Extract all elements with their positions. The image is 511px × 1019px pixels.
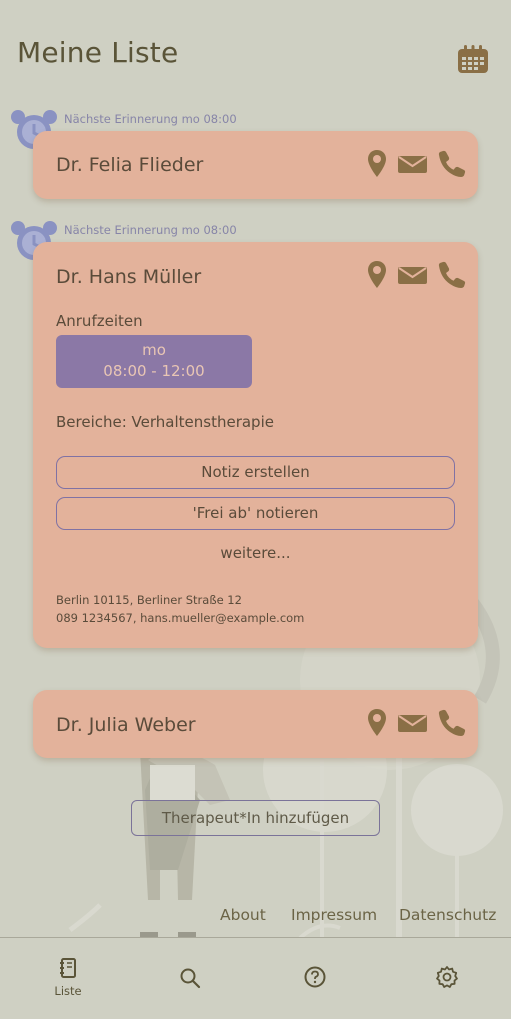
therapist-name: Dr. Julia Weber — [56, 714, 196, 736]
note-free-from-button[interactable]: 'Frei ab' notieren — [56, 497, 455, 530]
phone-icon[interactable] — [438, 709, 466, 741]
create-note-button[interactable]: Notiz erstellen — [56, 456, 455, 489]
footer-link-datenschutz[interactable]: Datenschutz — [399, 906, 496, 924]
nav-item-list[interactable]: Liste — [43, 958, 93, 1008]
phone-icon[interactable] — [438, 261, 466, 293]
location-pin-icon[interactable] — [367, 708, 387, 742]
page-title: Meine Liste — [17, 36, 179, 69]
nav-item-help[interactable] — [303, 965, 327, 989]
help-icon — [304, 966, 326, 988]
location-pin-icon[interactable] — [367, 149, 387, 183]
bottom-navigation: Liste — [0, 937, 511, 1019]
search-icon — [180, 968, 201, 989]
footer-link-impressum[interactable]: Impressum — [291, 906, 377, 924]
call-time-day: mo — [142, 341, 166, 359]
therapy-areas: Bereiche: Verhaltenstherapie — [56, 413, 274, 431]
call-time-slot[interactable]: mo 08:00 - 12:00 — [56, 335, 252, 388]
mail-icon[interactable] — [398, 713, 427, 737]
footer-link-about[interactable]: About — [220, 906, 266, 924]
therapist-card-expanded: Dr. Hans Müller Anrufzeiten mo 08:00 - 1… — [33, 242, 478, 648]
address-text: Berlin 10115, Berliner Straße 12 — [56, 593, 242, 607]
therapist-name: Dr. Felia Flieder — [56, 154, 204, 176]
calendar-button[interactable] — [455, 42, 491, 76]
more-link[interactable]: weitere... — [33, 544, 478, 562]
reminder-text: Nächste Erinnerung mo 08:00 — [64, 112, 237, 126]
location-pin-icon[interactable] — [367, 260, 387, 294]
therapist-card[interactable]: Dr. Julia Weber — [33, 690, 478, 758]
therapist-card[interactable]: Dr. Felia Flieder — [33, 131, 478, 199]
phone-icon[interactable] — [438, 150, 466, 182]
notebook-icon — [60, 958, 76, 978]
mail-icon[interactable] — [398, 265, 427, 289]
contact-text: 089 1234567, hans.mueller@example.com — [56, 611, 305, 625]
therapist-name: Dr. Hans Müller — [56, 266, 202, 288]
add-therapist-button[interactable]: Therapeut*In hinzufügen — [131, 800, 380, 836]
calendar-icon — [458, 45, 488, 73]
call-times-label: Anrufzeiten — [56, 312, 143, 330]
mail-icon[interactable] — [398, 154, 427, 178]
nav-item-settings[interactable] — [435, 965, 459, 989]
nav-item-search[interactable] — [178, 966, 202, 990]
settings-icon — [436, 966, 458, 988]
reminder-text: Nächste Erinnerung mo 08:00 — [64, 223, 237, 237]
nav-label-list: Liste — [54, 984, 82, 998]
call-time-range: 08:00 - 12:00 — [103, 362, 205, 380]
